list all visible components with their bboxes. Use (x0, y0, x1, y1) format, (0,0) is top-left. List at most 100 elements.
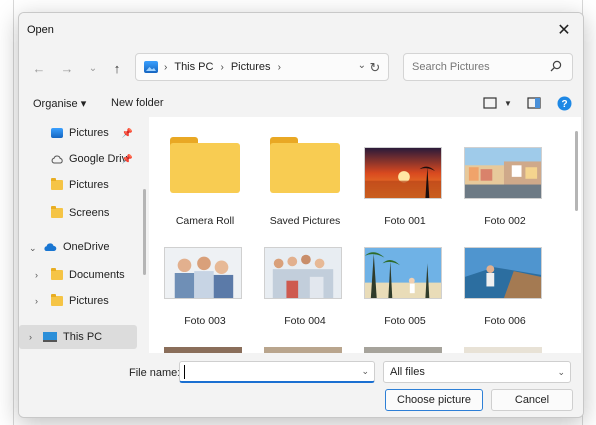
help-icon: ? (557, 96, 571, 110)
file-name: Foto 005 (384, 315, 426, 327)
file-item-foto-005[interactable]: Foto 005 (357, 225, 453, 327)
file-item-partial[interactable] (364, 347, 442, 353)
forward-button[interactable]: → (55, 57, 79, 79)
file-item-foto-002[interactable]: Foto 002 (457, 125, 553, 227)
onedrive-cloud-icon (44, 243, 57, 251)
image-thumbnail-family-group (264, 247, 342, 299)
sidebar-item-onedrive[interactable]: ⌄ OneDrive (19, 235, 137, 259)
file-item-partial[interactable] (164, 347, 242, 353)
file-type-select[interactable]: All files ⌄ (383, 361, 571, 383)
folder-icon (51, 178, 63, 190)
sidebar-item-label: OneDrive (63, 241, 110, 253)
file-name: Foto 003 (184, 315, 226, 327)
search-placeholder: Search Pictures (412, 61, 490, 73)
preview-pane-icon (527, 97, 541, 109)
chevron-right-icon[interactable]: › (35, 270, 38, 280)
address-bar[interactable]: › This PC › Pictures › ⌄ (135, 53, 389, 81)
sidebar-item-label: Google Drive (69, 153, 127, 165)
breadcrumb-pictures[interactable]: Pictures (231, 61, 271, 73)
sidebar-item-label: This PC (63, 331, 103, 343)
breadcrumb-this-pc[interactable]: This PC (174, 61, 213, 73)
image-thumbnail-palm-beach (364, 247, 442, 299)
file-name: Foto 004 (284, 315, 326, 327)
file-item-partial[interactable] (464, 347, 542, 353)
folder-icon (51, 268, 63, 280)
sidebar-item-screens[interactable]: Screens (19, 201, 137, 225)
file-name-input[interactable]: ⌄ (179, 361, 375, 383)
breadcrumb-separator: › (164, 61, 168, 73)
chevron-down-icon: ⌄ (88, 62, 98, 74)
sidebar-item-label: Documents (69, 269, 125, 281)
organise-menu-button[interactable]: Organise ▾ (33, 97, 86, 110)
file-name: Foto 006 (484, 315, 526, 327)
dialog-footer: File name: ⌄ All files ⌄ Choose picture … (19, 355, 583, 417)
pictures-library-icon (144, 61, 158, 73)
breadcrumb-separator: › (277, 61, 281, 73)
sidebar-item-pictures-pinned[interactable]: Pictures 📌 (19, 121, 137, 145)
sidebar-item-onedrive-pictures[interactable]: › Pictures (19, 289, 137, 313)
arrow-right-icon: → (60, 60, 74, 76)
folder-icon (51, 294, 63, 306)
text-caret (184, 365, 185, 379)
sidebar-item-google-drive[interactable]: Google Drive 📌 (19, 147, 137, 171)
sidebar-item-label: Screens (69, 207, 110, 219)
image-thumbnail-coast-woman (464, 247, 542, 299)
close-button[interactable]: ✕ (549, 17, 579, 43)
image-thumbnail-coastal-town (464, 147, 542, 199)
background-window-edge-right (582, 0, 596, 425)
file-item-partial[interactable] (264, 347, 342, 353)
folder-icon (270, 137, 340, 195)
file-list: Camera Roll Saved Pictures Foto 001 Foto… (149, 117, 581, 353)
refresh-icon: ↻ (369, 60, 381, 75)
sidebar-item-pictures-folder[interactable]: Pictures (19, 173, 137, 197)
arrow-left-icon: ← (32, 60, 46, 76)
image-thumbnail-sunset (364, 147, 442, 199)
file-item-foto-001[interactable]: Foto 001 (357, 125, 453, 227)
image-thumbnail-family (164, 247, 242, 299)
file-item-saved-pictures[interactable]: Saved Pictures (257, 125, 353, 227)
sidebar-item-label: Pictures (69, 179, 109, 191)
sidebar-item-this-pc[interactable]: › This PC (19, 325, 137, 349)
pin-icon[interactable]: 📌 (122, 128, 133, 139)
refresh-button[interactable]: ↻ (365, 59, 385, 77)
preview-pane-button[interactable] (525, 95, 543, 111)
command-bar: Organise ▾ New folder ▼ ? (19, 93, 583, 115)
chevron-right-icon[interactable]: › (35, 296, 38, 306)
dialog-title: Open (27, 24, 54, 36)
pin-icon[interactable]: 📌 (122, 154, 133, 165)
file-type-value: All files (390, 366, 425, 378)
recent-locations-button[interactable]: ⌄ (81, 57, 105, 79)
arrow-up-icon: ↑ (113, 60, 121, 76)
up-button[interactable]: ↑ (105, 57, 129, 79)
chevron-right-icon[interactable]: › (29, 332, 32, 342)
chevron-down-icon[interactable]: ⌄ (361, 366, 369, 377)
file-item-foto-004[interactable]: Foto 004 (257, 225, 353, 327)
chevron-down-icon[interactable]: ⌄ (29, 243, 37, 254)
breadcrumb-separator: › (220, 61, 224, 73)
sidebar-scrollbar[interactable] (143, 189, 146, 275)
search-icon (550, 60, 562, 72)
caret-down-icon: ▼ (504, 98, 512, 108)
view-dropdown-button[interactable]: ▼ (499, 95, 517, 111)
search-input[interactable]: Search Pictures (403, 53, 573, 81)
help-button[interactable]: ? (555, 95, 573, 111)
background-window-edge-left (0, 0, 14, 425)
file-name-label: File name: (129, 367, 181, 379)
back-button[interactable]: ← (27, 57, 51, 79)
folder-icon (170, 137, 240, 195)
choose-picture-button[interactable]: Choose picture (385, 389, 483, 411)
view-options-button[interactable] (481, 95, 499, 111)
file-item-camera-roll[interactable]: Camera Roll (157, 125, 253, 227)
svg-text:?: ? (561, 99, 567, 110)
sidebar-item-documents[interactable]: › Documents (19, 263, 137, 287)
folder-icon (51, 206, 63, 218)
file-list-scrollbar[interactable] (575, 131, 578, 211)
view-layout-icon (483, 97, 497, 109)
file-item-foto-006[interactable]: Foto 006 (457, 225, 553, 327)
new-folder-button[interactable]: New folder (111, 97, 164, 109)
dialog-titlebar: Open ✕ (19, 13, 583, 47)
file-item-foto-003[interactable]: Foto 003 (157, 225, 253, 327)
cancel-button[interactable]: Cancel (491, 389, 573, 411)
open-file-dialog: Open ✕ ← → ⌄ ↑ › This PC › Pictures › ⌄ … (18, 12, 584, 418)
navigation-pane: Pictures 📌 Google Drive 📌 Pictures Scree… (19, 117, 139, 353)
